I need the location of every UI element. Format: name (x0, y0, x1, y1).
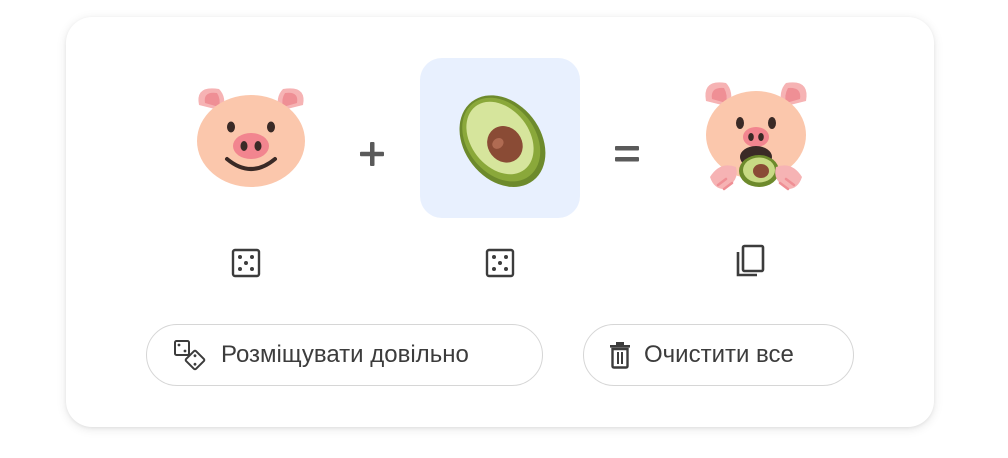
dice-pair-icon (173, 339, 207, 371)
trash-icon (608, 341, 632, 369)
randomize-right-button[interactable] (482, 245, 518, 281)
dice-icon (231, 248, 261, 278)
randomize-left-button[interactable] (228, 245, 264, 281)
right-emoji-slot[interactable] (420, 58, 580, 218)
randomize-label: Розміщувати довільно (221, 341, 469, 368)
left-emoji-slot[interactable] (171, 55, 331, 215)
plus-sign (357, 134, 387, 174)
randomize-button[interactable]: Розміщувати довільно (146, 324, 543, 386)
equals-sign (612, 134, 642, 174)
copy-result-button[interactable] (732, 243, 768, 279)
pig-eating-avocado-emoji-icon (705, 82, 807, 191)
result-emoji-slot[interactable] (676, 55, 836, 215)
avocado-emoji-icon (459, 95, 546, 187)
emoji-mixer-card: Розміщувати довільно Очистити все (66, 17, 934, 427)
clear-all-button[interactable]: Очистити все (583, 324, 854, 386)
clear-all-label: Очистити все (644, 341, 794, 368)
dice-icon (485, 248, 515, 278)
copy-icon (736, 244, 765, 277)
pig-face-emoji-icon (197, 88, 305, 187)
